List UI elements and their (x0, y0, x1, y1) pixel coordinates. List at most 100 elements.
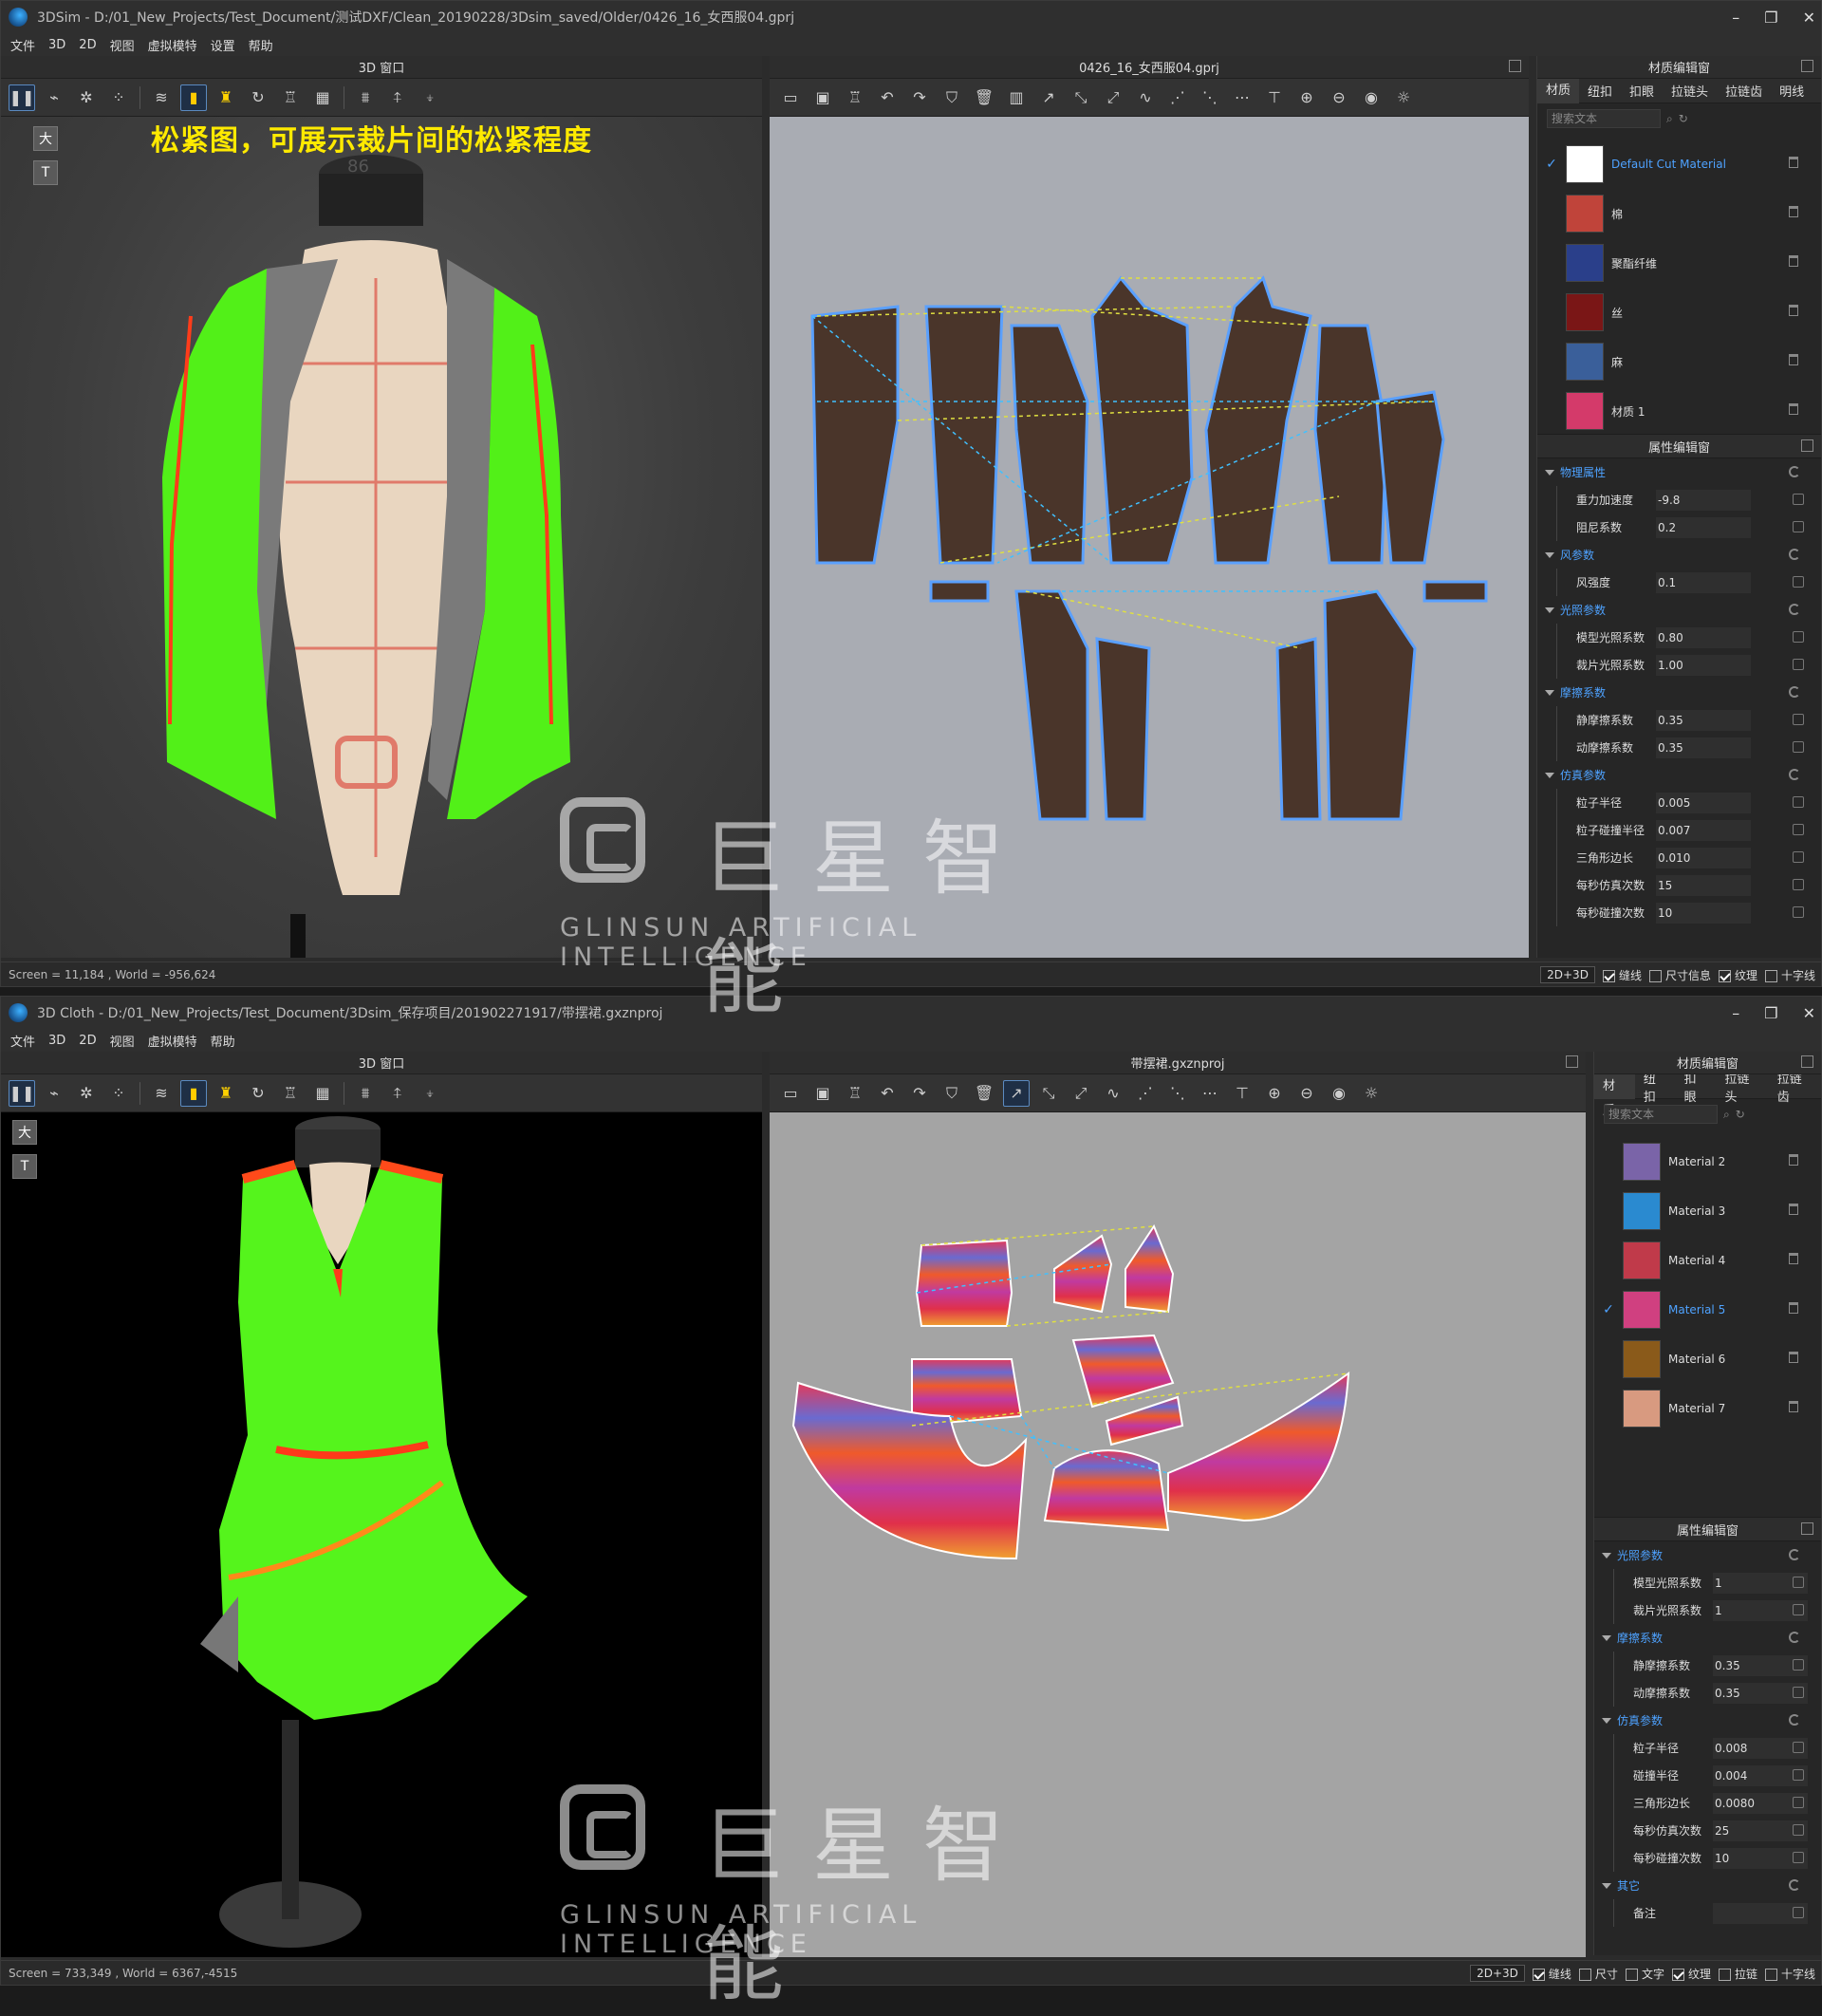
viewport-3d[interactable]: 大 T 86 松紧图，可展示裁片间的松紧程度 (1, 117, 762, 958)
property-section[interactable]: 摩擦系数 (1537, 679, 1821, 706)
seam3-icon[interactable]: ⋯ (1229, 84, 1255, 111)
viewport-2d[interactable] (770, 117, 1529, 958)
material-item[interactable]: 麻 (1537, 337, 1821, 386)
bulb-icon[interactable]: ☼ (1390, 84, 1417, 111)
align-icon[interactable]: ⊤ (1261, 84, 1288, 111)
material-swatch[interactable] (1566, 195, 1604, 233)
tshirt-icon[interactable]: ⛉ (939, 84, 965, 111)
pause-icon[interactable]: ❚❚ (9, 84, 35, 111)
tshirt-icon[interactable]: ⛉ (939, 1080, 965, 1107)
trash-icon[interactable] (1789, 305, 1798, 316)
expand-icon[interactable] (1801, 439, 1813, 452)
spin-icon[interactable] (1793, 1769, 1804, 1781)
trash-icon[interactable] (1789, 1253, 1798, 1264)
select-icon[interactable]: ↗ (1003, 1079, 1030, 1107)
search-input[interactable]: 搜索文本 (1604, 1105, 1718, 1124)
spin-icon[interactable] (1793, 631, 1804, 643)
material-swatch[interactable] (1566, 343, 1604, 381)
expand-icon[interactable] (1801, 1055, 1813, 1068)
status-toggle[interactable]: 尺寸 (1578, 1966, 1618, 1982)
material-item[interactable]: 聚酯纤维 (1537, 238, 1821, 288)
grid-icon[interactable]: ▦ (309, 1080, 336, 1107)
tab-material[interactable]: 材质 (1594, 1073, 1635, 1118)
viewport-2d[interactable] (770, 1112, 1586, 1957)
expand-icon[interactable] (1801, 1522, 1813, 1535)
property-value-field[interactable]: 0.007 (1656, 819, 1751, 841)
search-icon[interactable]: ⌕ (1723, 1108, 1730, 1122)
open-icon[interactable]: ▭ (777, 84, 804, 111)
spin-icon[interactable] (1793, 906, 1804, 918)
reset-icon[interactable] (1789, 1879, 1800, 1891)
search-icon[interactable]: ⌕ (1666, 112, 1673, 126)
align-icon[interactable]: ⊤ (1229, 1080, 1255, 1107)
refresh-icon[interactable]: ↻ (1679, 112, 1688, 125)
property-value-field[interactable]: 0.35 (1656, 709, 1751, 731)
property-value-field[interactable]: 0.2 (1656, 516, 1751, 538)
trash-icon[interactable] (1789, 403, 1798, 415)
refresh-icon[interactable]: ↻ (245, 1080, 271, 1107)
menu-2d[interactable]: 2D (79, 1034, 96, 1048)
tab-zipper-teeth[interactable]: 拉链齿 (1717, 82, 1771, 100)
menu-3d[interactable]: 3D (48, 1034, 65, 1048)
spin-icon[interactable] (1793, 1824, 1804, 1836)
property-value-field[interactable]: 10 (1656, 902, 1751, 924)
material-swatch[interactable] (1566, 244, 1604, 282)
bulb-icon[interactable]: ☼ (1358, 1080, 1385, 1107)
reset-icon[interactable] (1789, 1549, 1800, 1560)
trash-icon[interactable]: 🗑 (971, 1080, 997, 1107)
property-section[interactable]: 摩擦系数 (1594, 1624, 1821, 1652)
material-item[interactable]: ✓ Material 5 (1594, 1285, 1821, 1335)
tab-topstitch[interactable]: 明线 (1771, 82, 1813, 100)
seam2-icon[interactable]: ⋱ (1197, 84, 1223, 111)
property-value-field[interactable]: 0.1 (1656, 571, 1751, 593)
menu-settings[interactable]: 设置 (211, 36, 235, 54)
target-icon[interactable]: ⊕ (1261, 1080, 1288, 1107)
save-icon[interactable]: ▣ (809, 1080, 836, 1107)
tab-zipper-head[interactable]: 拉链头 (1663, 82, 1717, 100)
points-icon[interactable]: ⁘ (105, 1080, 132, 1107)
view-mode-select[interactable]: 2D+3D (1470, 1965, 1525, 1982)
reset-icon[interactable] (1789, 1632, 1800, 1643)
property-value-field[interactable]: -9.8 (1656, 489, 1751, 511)
material-swatch[interactable] (1623, 1192, 1661, 1230)
trash-icon[interactable] (1789, 1352, 1798, 1363)
spin-icon[interactable] (1793, 659, 1804, 670)
material-item[interactable]: Material 4 (1594, 1236, 1821, 1285)
status-toggle[interactable]: 纹理 (1718, 967, 1757, 983)
material-item[interactable]: 棉 (1537, 189, 1821, 238)
spin-icon[interactable] (1793, 1852, 1804, 1863)
property-value-field[interactable]: 0.010 (1656, 847, 1751, 868)
curve-icon[interactable]: ∿ (1100, 1080, 1126, 1107)
menu-3d[interactable]: 3D (48, 38, 65, 52)
spin-icon[interactable] (1793, 824, 1804, 835)
status-toggle[interactable]: 十字线 (1764, 967, 1815, 983)
property-section[interactable]: 物理属性 (1537, 458, 1821, 486)
search-input[interactable]: 搜索文本 (1547, 109, 1661, 128)
hanger-icon[interactable]: ⩩ (352, 84, 379, 111)
menu-file[interactable]: 文件 (10, 1032, 35, 1050)
target-icon[interactable]: ⊕ (1293, 84, 1320, 111)
points-icon[interactable]: ⁘ (105, 84, 132, 111)
property-section[interactable]: 光照参数 (1594, 1541, 1821, 1569)
maximize-button[interactable]: ❐ (1764, 9, 1777, 27)
trash-icon[interactable] (1789, 1401, 1798, 1412)
spin-icon[interactable] (1793, 1659, 1804, 1671)
shirt-icon[interactable]: ♜ (213, 84, 239, 111)
material-swatch[interactable] (1623, 1390, 1661, 1428)
trash-icon[interactable] (1789, 1154, 1798, 1166)
spin-icon[interactable] (1793, 1577, 1804, 1588)
material-swatch[interactable] (1623, 1291, 1661, 1329)
menu-file[interactable]: 文件 (10, 36, 35, 54)
property-value-field[interactable]: 0.80 (1656, 626, 1751, 648)
select-icon[interactable]: ↗ (1035, 84, 1062, 111)
status-toggle[interactable]: 纹理 (1671, 1966, 1711, 1982)
grid-icon[interactable]: ▦ (309, 84, 336, 111)
trash-icon[interactable]: 🗑 (971, 84, 997, 111)
trash-icon[interactable] (1789, 354, 1798, 365)
menu-view[interactable]: 视图 (110, 1032, 135, 1050)
seam3-icon[interactable]: ⋯ (1197, 1080, 1223, 1107)
spin-icon[interactable] (1793, 1797, 1804, 1808)
refresh-icon[interactable]: ↻ (1736, 1108, 1745, 1121)
edit-point-icon[interactable]: ⤡ (1068, 84, 1094, 111)
checkbox[interactable] (1532, 1968, 1545, 1981)
